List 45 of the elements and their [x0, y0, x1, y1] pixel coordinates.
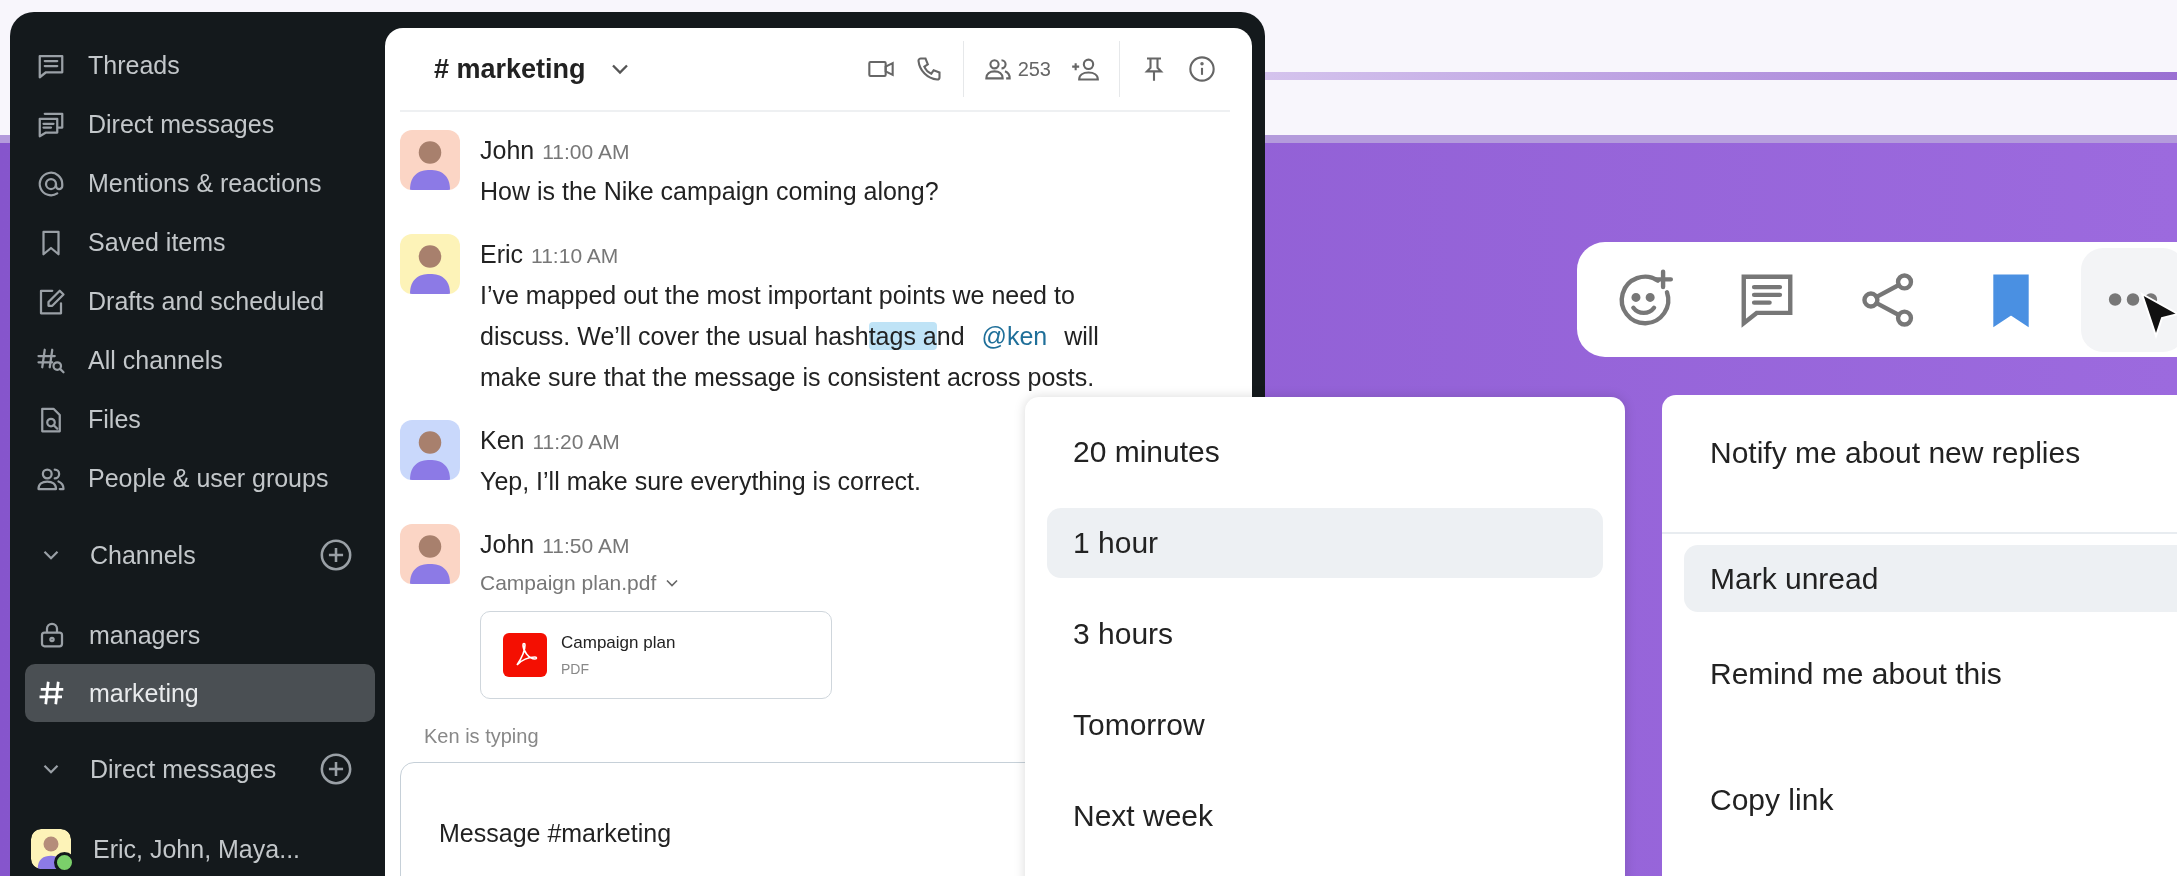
attachment-label[interactable]: Campaign plan.pdf [480, 565, 683, 601]
menu-item[interactable]: Next week [1047, 781, 1603, 851]
sidebar-item[interactable]: Threads [10, 36, 383, 95]
sidebar-item[interactable]: Direct messages [10, 95, 383, 154]
menu-item[interactable]: Tomorrow [1047, 690, 1603, 760]
message-text: I’ve mapped out the most important points we need to discuss. We’ll cover the usual hashtags and @ken will make sure that the message is consistent across posts. [480, 280, 1100, 393]
sidebar-item[interactable]: Saved items [10, 213, 383, 272]
sidebar-item[interactable]: All channels [10, 331, 383, 390]
channel-item[interactable]: managers [25, 606, 375, 664]
file-name: Campaign plan [561, 633, 676, 653]
author-name[interactable]: John [480, 530, 535, 559]
info-icon[interactable] [1188, 55, 1216, 83]
menu-item[interactable]: Notify me about new replies [1684, 419, 2177, 486]
channel-item[interactable]: Eric, John, Maya... [25, 820, 375, 876]
file-card[interactable]: Campaign plan PDF [480, 611, 832, 699]
file-type: PDF [561, 661, 590, 677]
sidebar-item[interactable]: Mentions & reactions [10, 154, 383, 213]
message-text: Yep, I’ll make sure everything is correct. [480, 466, 921, 497]
add-icon[interactable] [319, 538, 353, 572]
menu-item[interactable]: Mark unread [1684, 545, 2177, 612]
author-name[interactable]: John [480, 136, 535, 165]
section-title[interactable]: Direct messages [90, 754, 319, 784]
menu-item[interactable]: Copy link [1684, 766, 2177, 833]
timestamp: 11:20 AM [532, 430, 620, 454]
author-name[interactable]: Ken [480, 426, 525, 455]
sidebar-item[interactable]: Files [10, 390, 383, 449]
message-text: How is the Nike campaign coming along? [480, 176, 939, 207]
sidebar-item[interactable]: People & user groups [10, 449, 383, 508]
menu-item[interactable]: 3 hours [1047, 599, 1603, 669]
author-name[interactable]: Eric [480, 240, 524, 269]
channel-item[interactable]: marketing [25, 664, 375, 722]
section-title[interactable]: Channels [90, 540, 319, 570]
pdf-icon [503, 633, 547, 677]
sidebar-item[interactable]: Drafts and scheduled [10, 272, 383, 331]
members-button[interactable]: 253 [983, 55, 1051, 83]
channel-title[interactable]: # marketing [434, 53, 586, 85]
add-icon[interactable] [319, 752, 353, 786]
timestamp: 11:10 AM [531, 244, 619, 268]
timestamp: 11:50 AM [542, 534, 630, 558]
typing-indicator: Ken is typing [424, 725, 539, 748]
timestamp: 11:00 AM [542, 140, 630, 164]
menu-item[interactable]: 1 hour [1047, 508, 1603, 578]
menu-item[interactable]: 20 minutes [1047, 417, 1603, 487]
more-button[interactable] [2081, 247, 2177, 352]
menu-item[interactable]: Remind me about this [1684, 640, 2177, 707]
